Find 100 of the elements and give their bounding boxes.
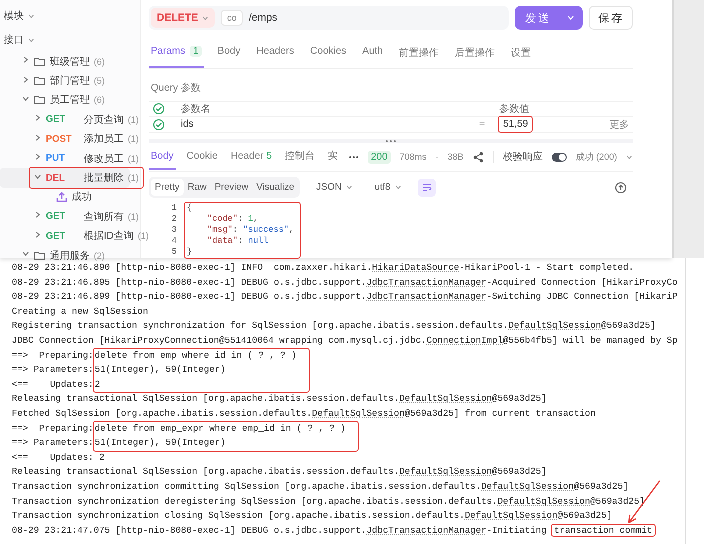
upload-icon bbox=[56, 191, 68, 204]
log-line: Transaction synchronization deregistering SqlSession [org.apache.ibatis.session.defaults.DefaultSqlSession@569a3d25] bbox=[12, 494, 646, 508]
folder-icon bbox=[34, 95, 46, 106]
chevron-right-icon[interactable] bbox=[22, 76, 30, 84]
request-tab[interactable]: Cookies bbox=[308, 40, 349, 68]
folder-icon bbox=[34, 76, 46, 86]
item-count: (1) bbox=[128, 154, 139, 164]
encoding-select[interactable]: utf8 bbox=[368, 182, 408, 193]
response-tab[interactable]: 控制台 bbox=[283, 143, 318, 171]
folder-label[interactable]: 员工管理 bbox=[50, 93, 90, 108]
log-value: 2 bbox=[94, 378, 102, 392]
format-tab[interactable]: Raw bbox=[184, 179, 211, 196]
log-label: ==> Preparing: bbox=[12, 348, 94, 363]
request-tab[interactable]: 前置操作 bbox=[397, 40, 442, 68]
line-number: 3 bbox=[170, 225, 177, 236]
log-label: ==> Preparing: bbox=[12, 422, 94, 436]
folder-label[interactable]: 通用服务 bbox=[50, 248, 90, 263]
item-count: (6) bbox=[94, 56, 105, 67]
wrap-button[interactable] bbox=[418, 178, 436, 196]
format-tab[interactable]: Preview bbox=[210, 179, 253, 196]
log-value: delete from emp where id in ( ? , ? ) bbox=[94, 348, 297, 363]
format-tab[interactable]: Pretty bbox=[151, 179, 184, 196]
endpoint-label[interactable]: 根据ID查询 bbox=[84, 229, 134, 244]
log-label: <== Updates: bbox=[12, 378, 94, 392]
log-line: Releasing transactional SqlSession [org.apache.ibatis.session.defaults.DefaultSqlSession@569a3d25] bbox=[12, 392, 548, 406]
item-count: (1) bbox=[128, 212, 139, 222]
more-icon[interactable] bbox=[349, 156, 360, 158]
line-number: 2 bbox=[170, 214, 177, 225]
request-tab[interactable]: Auth bbox=[360, 40, 386, 68]
response-tab[interactable]: Body bbox=[149, 144, 176, 170]
line-number: 5 bbox=[170, 247, 177, 258]
param-name[interactable]: ids bbox=[181, 119, 480, 130]
chevron-down-icon[interactable] bbox=[22, 94, 30, 103]
more-link[interactable]: 更多 bbox=[609, 118, 634, 132]
response-tab[interactable]: Cookie bbox=[184, 144, 220, 170]
chevron-right-icon[interactable] bbox=[22, 56, 30, 64]
log-line: <== Updates: 2 bbox=[12, 450, 106, 465]
chevron-down-icon[interactable] bbox=[22, 250, 30, 258]
folder-label[interactable]: 班级管理 bbox=[50, 54, 90, 69]
log-line: 08-29 23:21:46.890 [http-nio-8080-exec-1] INFO com.zaxxer.hikari.HikariDataSource-HikariPool-1 - Start completed. bbox=[12, 261, 636, 275]
chevron-down-icon[interactable] bbox=[34, 172, 42, 181]
request-tab[interactable]: 设置 bbox=[509, 40, 534, 68]
log-value: delete from emp_expr where emp_id in ( ? , ? ) bbox=[94, 422, 346, 436]
format-tab[interactable]: Visualize bbox=[252, 179, 298, 196]
line-number: 1 bbox=[170, 203, 177, 214]
drag-handle-icon[interactable] bbox=[385, 140, 398, 143]
request-tab[interactable]: 后置操作 bbox=[453, 40, 498, 68]
type-select[interactable]: JSON bbox=[310, 182, 359, 193]
wrap-lines-icon bbox=[422, 184, 432, 192]
url-text: /emps bbox=[248, 12, 278, 24]
send-button[interactable]: 发送 bbox=[515, 6, 584, 30]
endpoint-label[interactable]: 修改员工 bbox=[84, 152, 124, 166]
method-tag: GET bbox=[46, 114, 80, 126]
section-title: Query 参数 bbox=[149, 69, 634, 102]
param-value[interactable]: 51,59 bbox=[499, 117, 532, 132]
log-line: 08-29 23:21:47.075 [http-nio-8080-exec-1] DEBUG o.s.jdbc.support.JdbcTransactionManager-Initiating transaction commit bbox=[12, 524, 685, 538]
endpoint-label[interactable]: 添加员工 bbox=[84, 132, 124, 146]
chevron-right-icon[interactable] bbox=[34, 114, 42, 122]
request-tab[interactable]: Headers bbox=[254, 40, 296, 68]
endpoint-label[interactable]: 分页查询 bbox=[84, 112, 124, 127]
log-line: Creating a new SqlSession bbox=[12, 304, 150, 319]
folder-label[interactable]: 部门管理 bbox=[50, 74, 90, 88]
log-label: ==> Parameters: bbox=[12, 363, 94, 378]
caret-icon bbox=[567, 14, 576, 22]
log-line: Transaction synchronization closing SqlSession [org.apache.ibatis.session.defaults.DefaultSqlSession@569a3d25] bbox=[12, 509, 614, 524]
item-count: (1) bbox=[138, 231, 149, 242]
response-tab[interactable]: Header 5 bbox=[228, 144, 274, 170]
chevron-right-icon[interactable] bbox=[34, 230, 42, 239]
chevron-right-icon[interactable] bbox=[34, 211, 42, 220]
environment-chip[interactable]: co bbox=[221, 10, 243, 26]
section-label[interactable]: 接口 bbox=[4, 33, 24, 47]
request-tab[interactable]: Params 1 bbox=[149, 40, 204, 68]
url-bar[interactable]: DELETE co /emps bbox=[149, 6, 510, 30]
endpoint-label[interactable]: 批量删除 bbox=[84, 171, 124, 186]
item-count: (1) bbox=[128, 114, 139, 125]
save-button[interactable]: 保存 bbox=[589, 6, 634, 30]
log-line: 08-29 23:21:46.895 [http-nio-8080-exec-1] DEBUG o.s.jdbc.support.JdbcTransactionManager-Acquired Connection [HikariProxyCo bbox=[12, 276, 679, 290]
log-line: Transaction synchronization committing SqlSession [org.apache.ibatis.session.defaults.DefaultSqlSession@569a3d25] bbox=[12, 480, 630, 494]
response-tab[interactable]: 实 bbox=[326, 143, 340, 171]
method-tag: GET bbox=[46, 211, 80, 222]
log-line: Registering transaction synchronization for SqlSession [org.apache.ibatis.session.defaults.DefaultSqlSession@569a3d25] bbox=[12, 319, 657, 334]
upload-circle-icon[interactable] bbox=[615, 182, 628, 194]
example-label[interactable]: 成功 bbox=[72, 190, 92, 204]
dropdown-caret-icon bbox=[28, 36, 35, 44]
status-code: 200 bbox=[368, 150, 391, 164]
chevron-right-icon[interactable] bbox=[34, 153, 42, 162]
method-tag: GET bbox=[46, 230, 80, 242]
checked-circle-icon[interactable] bbox=[153, 118, 165, 131]
checked-circle-icon[interactable] bbox=[153, 103, 165, 116]
chevron-right-icon[interactable] bbox=[34, 134, 42, 142]
caret-icon bbox=[626, 154, 634, 160]
share-icon[interactable] bbox=[472, 152, 484, 162]
result-select[interactable]: 成功 (200) bbox=[576, 150, 618, 164]
validate-toggle[interactable] bbox=[552, 152, 567, 162]
method-tag: PUT bbox=[46, 153, 80, 164]
caret-icon bbox=[202, 14, 210, 22]
section-label[interactable]: 模块 bbox=[4, 9, 24, 23]
request-tab[interactable]: Body bbox=[216, 40, 243, 68]
endpoint-label[interactable]: 查询所有 bbox=[84, 210, 124, 224]
item-count: (1) bbox=[128, 134, 139, 144]
